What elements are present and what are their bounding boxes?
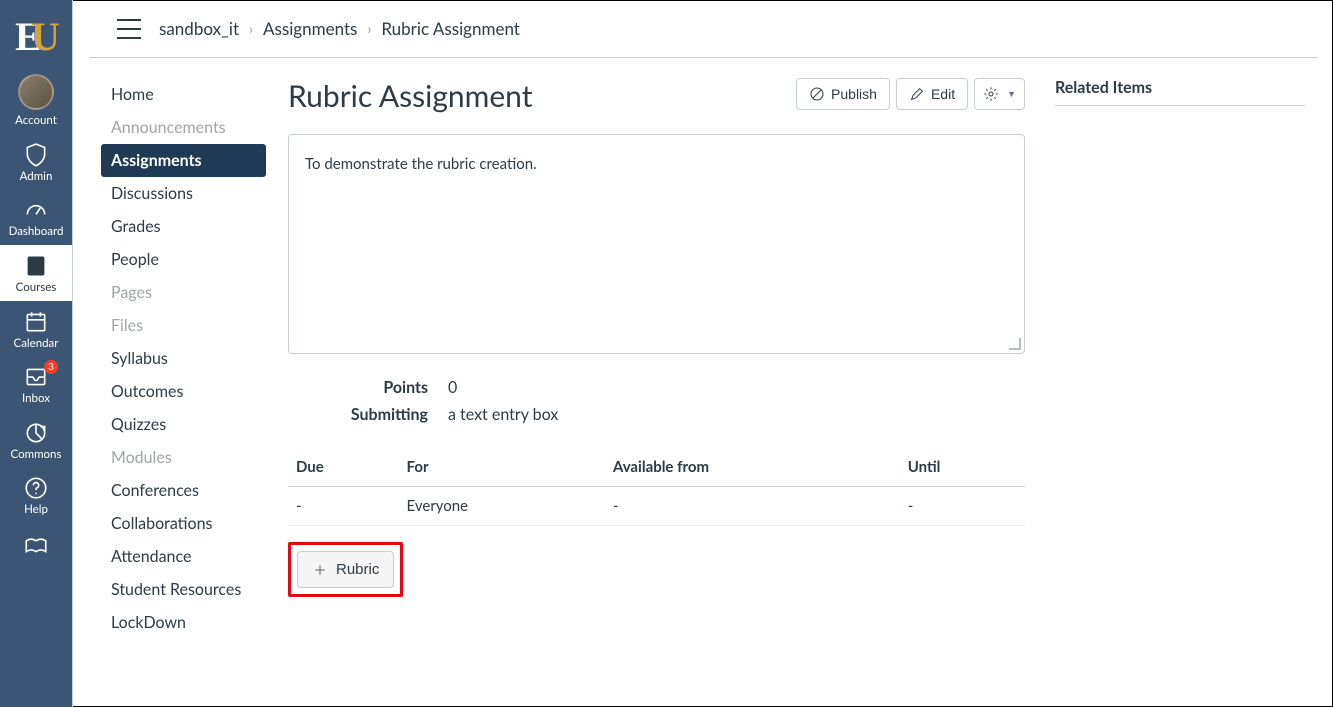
header: sandbox_it › Assignments › Rubric Assign… — [89, 0, 1317, 58]
institution-logo[interactable]: E U — [0, 0, 72, 66]
course-nav-attendance[interactable]: Attendance — [101, 540, 266, 573]
help-icon — [23, 475, 49, 501]
caret-down-icon: ▼ — [1007, 89, 1016, 99]
commons-icon — [23, 420, 49, 446]
publish-label: Publish — [831, 86, 877, 102]
shield-icon — [23, 142, 49, 168]
cell-available: - — [605, 487, 900, 526]
library-icon — [23, 531, 49, 557]
nav-label: Dashboard — [9, 226, 64, 239]
nav-label: Courses — [16, 282, 57, 295]
related-items-heading: Related Items — [1055, 78, 1305, 106]
description-text: To demonstrate the rubric creation. — [305, 155, 537, 173]
submitting-value: a text entry box — [448, 405, 1025, 424]
course-nav-assignments[interactable]: Assignments — [101, 144, 266, 177]
nav-label: Help — [24, 504, 48, 517]
nav-calendar[interactable]: Calendar — [0, 301, 72, 357]
edit-label: Edit — [931, 86, 955, 102]
breadcrumb-course[interactable]: sandbox_it — [159, 18, 239, 39]
right-sidebar: Related Items — [1055, 78, 1305, 639]
course-nav-announcements[interactable]: Announcements — [101, 111, 266, 144]
col-until: Until — [900, 448, 1025, 487]
main-area: sandbox_it › Assignments › Rubric Assign… — [72, 0, 1333, 707]
cell-until: - — [900, 487, 1025, 526]
due-dates-table: Due For Available from Until - Everyone … — [288, 448, 1025, 526]
course-nav-syllabus[interactable]: Syllabus — [101, 342, 266, 375]
nav-help[interactable]: Help — [0, 467, 72, 523]
rubric-highlight: Rubric — [288, 542, 403, 597]
course-nav-lockdown[interactable]: LockDown — [101, 606, 266, 639]
course-nav-collaborations[interactable]: Collaborations — [101, 507, 266, 540]
main-content: Rubric Assignment Publish Edit ▼ — [266, 78, 1055, 639]
course-nav-pages[interactable]: Pages — [101, 276, 266, 309]
nav-label: Admin — [20, 171, 53, 184]
page-top: Rubric Assignment Publish Edit ▼ — [288, 78, 1025, 114]
pencil-icon — [909, 86, 925, 102]
chevron-right-icon: › — [367, 20, 371, 37]
logo-icon: E U — [11, 8, 61, 58]
gear-icon — [983, 86, 999, 102]
course-nav-home[interactable]: Home — [101, 78, 266, 111]
plus-icon — [312, 562, 328, 578]
course-nav-discussions[interactable]: Discussions — [101, 177, 266, 210]
unpublish-icon — [809, 86, 825, 102]
course-nav-outcomes[interactable]: Outcomes — [101, 375, 266, 408]
cell-for: Everyone — [399, 487, 605, 526]
course-nav-modules[interactable]: Modules — [101, 441, 266, 474]
table-row: - Everyone - - — [288, 487, 1025, 526]
cell-due: - — [288, 487, 399, 526]
course-nav-student-resources[interactable]: Student Resources — [101, 573, 266, 606]
breadcrumb-current: Rubric Assignment — [381, 18, 520, 39]
col-for: For — [399, 448, 605, 487]
content-wrap: Home Announcements Assignments Discussio… — [73, 58, 1333, 639]
avatar — [18, 74, 54, 110]
global-nav: E U Account Admin Dashboard Courses Cale… — [0, 0, 72, 707]
nav-admin[interactable]: Admin — [0, 134, 72, 190]
toolbar: Publish Edit ▼ — [796, 78, 1025, 110]
gauge-icon — [23, 197, 49, 223]
book-icon — [23, 253, 49, 279]
calendar-icon — [23, 309, 49, 335]
points-value: 0 — [448, 378, 1025, 397]
settings-menu-button[interactable]: ▼ — [974, 78, 1025, 110]
add-rubric-button[interactable]: Rubric — [297, 551, 394, 588]
assignment-description: To demonstrate the rubric creation. — [288, 134, 1025, 354]
page-title: Rubric Assignment — [288, 78, 532, 114]
col-due: Due — [288, 448, 399, 487]
inbox-badge: 3 — [44, 360, 58, 374]
course-nav-people[interactable]: People — [101, 243, 266, 276]
course-nav-grades[interactable]: Grades — [101, 210, 266, 243]
nav-inbox[interactable]: 3 Inbox — [0, 356, 72, 412]
nav-dashboard[interactable]: Dashboard — [0, 189, 72, 245]
course-nav-files[interactable]: Files — [101, 309, 266, 342]
chevron-right-icon: › — [249, 20, 253, 37]
submitting-label: Submitting — [288, 405, 448, 424]
svg-text:U: U — [31, 14, 60, 58]
nav-library[interactable] — [0, 523, 72, 557]
nav-courses[interactable]: Courses — [0, 245, 72, 301]
hamburger-menu[interactable] — [117, 19, 141, 39]
assignment-details: Points 0 Submitting a text entry box — [288, 378, 1025, 424]
publish-button[interactable]: Publish — [796, 78, 890, 110]
nav-commons[interactable]: Commons — [0, 412, 72, 468]
edit-button[interactable]: Edit — [896, 78, 968, 110]
col-available: Available from — [605, 448, 900, 487]
nav-account[interactable]: Account — [0, 66, 72, 134]
nav-label: Commons — [11, 449, 62, 462]
course-nav-conferences[interactable]: Conferences — [101, 474, 266, 507]
course-nav-quizzes[interactable]: Quizzes — [101, 408, 266, 441]
breadcrumb: sandbox_it › Assignments › Rubric Assign… — [159, 18, 520, 39]
course-nav: Home Announcements Assignments Discussio… — [101, 78, 266, 639]
nav-label: Account — [15, 115, 57, 128]
points-label: Points — [288, 378, 448, 397]
breadcrumb-section[interactable]: Assignments — [263, 18, 357, 39]
nav-label: Calendar — [14, 338, 59, 351]
nav-label: Inbox — [22, 393, 50, 406]
rubric-button-label: Rubric — [336, 561, 379, 578]
